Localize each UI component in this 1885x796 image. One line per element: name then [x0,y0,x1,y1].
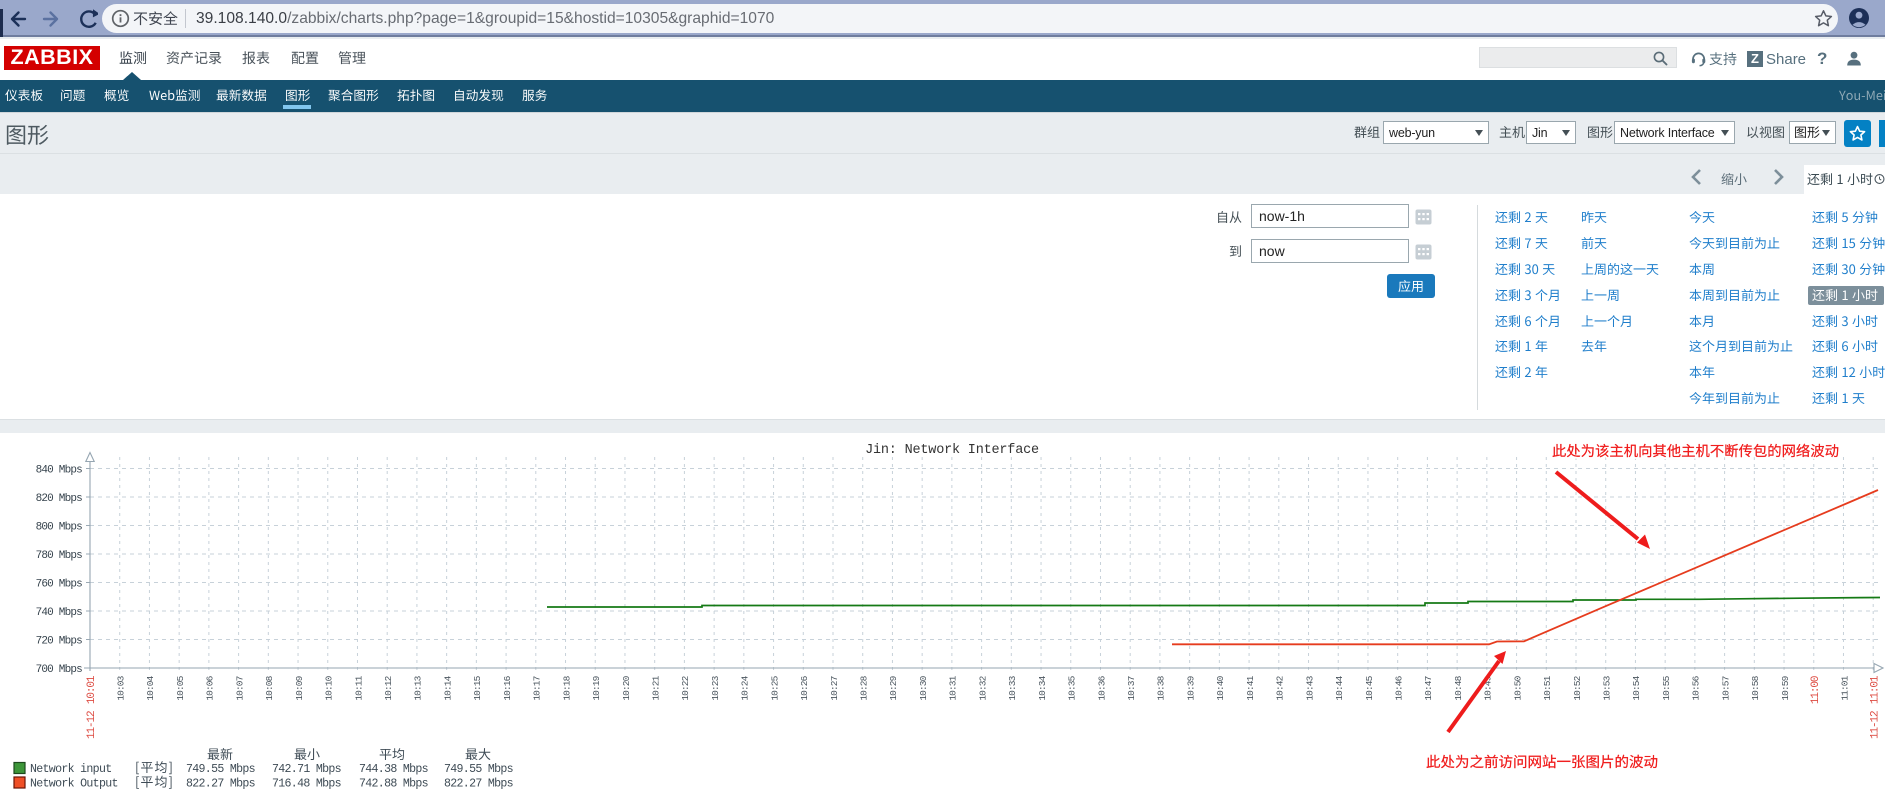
svg-text:10:44: 10:44 [1334,675,1345,700]
svg-text:10:58: 10:58 [1750,675,1761,700]
svg-text:10:14: 10:14 [442,675,453,700]
svg-text:10:19: 10:19 [591,675,602,700]
svg-text:Jin: Network Interface: Jin: Network Interface [865,443,1039,458]
svg-text:10:24: 10:24 [740,675,751,700]
svg-text:10:09: 10:09 [294,675,305,700]
svg-text:744.38 Mbps: 744.38 Mbps [359,763,428,776]
svg-text:10:03: 10:03 [116,675,127,700]
svg-text:840 Mbps: 840 Mbps [36,465,83,477]
svg-text:10:32: 10:32 [977,675,988,700]
svg-text:11:01: 11:01 [1869,675,1881,704]
svg-text:749.55 Mbps: 749.55 Mbps [444,763,513,776]
svg-text:10:41: 10:41 [1245,675,1256,700]
svg-text:10:57: 10:57 [1720,676,1731,700]
svg-text:10:38: 10:38 [1156,675,1167,700]
svg-text:11:01: 11:01 [1839,675,1850,700]
svg-text:10:50: 10:50 [1512,675,1523,700]
svg-text:11-12: 11-12 [1869,711,1881,739]
svg-text:10:55: 10:55 [1661,675,1672,700]
svg-text:10:07: 10:07 [234,676,245,700]
svg-text:822.27 Mbps: 822.27 Mbps [444,778,513,791]
svg-text:749.55 Mbps: 749.55 Mbps [186,763,255,776]
svg-text:Network input: Network input [30,763,111,776]
svg-text:10:20: 10:20 [621,675,632,700]
svg-text:10:36: 10:36 [1096,675,1107,700]
svg-text:716.48 Mbps: 716.48 Mbps [272,778,341,791]
svg-text:10:56: 10:56 [1691,675,1702,700]
svg-text:720 Mbps: 720 Mbps [36,636,83,648]
svg-text:10:33: 10:33 [1007,675,1018,700]
svg-text:10:31: 10:31 [948,675,959,700]
svg-text:800 Mbps: 800 Mbps [36,522,83,534]
svg-text:10:25: 10:25 [769,675,780,700]
svg-text:10:17: 10:17 [532,676,543,700]
svg-text:742.71 Mbps: 742.71 Mbps [272,763,341,776]
svg-text:10:13: 10:13 [413,675,424,700]
svg-text:760 Mbps: 760 Mbps [36,579,83,591]
svg-text:10:27: 10:27 [829,676,840,700]
svg-text:10:39: 10:39 [1185,675,1196,700]
svg-text:10:46: 10:46 [1393,675,1404,700]
svg-text:742.88 Mbps: 742.88 Mbps [359,778,428,791]
svg-text:10:43: 10:43 [1304,675,1315,700]
svg-text:10:01: 10:01 [86,675,98,704]
svg-text:10:18: 10:18 [561,675,572,700]
svg-text:10:22: 10:22 [680,675,691,700]
svg-text:740 Mbps: 740 Mbps [36,607,83,619]
svg-text:10:29: 10:29 [888,675,899,700]
svg-text:10:45: 10:45 [1364,675,1375,700]
svg-text:10:28: 10:28 [859,675,870,700]
svg-text:10:34: 10:34 [1037,675,1048,700]
svg-text:822.27 Mbps: 822.27 Mbps [186,778,255,791]
svg-text:10:15: 10:15 [472,675,483,700]
svg-text:820 Mbps: 820 Mbps [36,493,83,505]
svg-text:700 Mbps: 700 Mbps [36,664,83,676]
svg-text:10:52: 10:52 [1572,675,1583,700]
svg-text:10:11: 10:11 [353,675,364,700]
svg-text:10:53: 10:53 [1602,675,1613,700]
svg-text:10:42: 10:42 [1275,675,1286,700]
svg-text:10:26: 10:26 [799,675,810,700]
svg-text:10:08: 10:08 [264,675,275,700]
svg-text:10:51: 10:51 [1542,675,1553,700]
svg-text:10:35: 10:35 [1067,675,1078,700]
svg-text:11-12: 11-12 [86,711,98,739]
svg-text:10:06: 10:06 [205,675,216,700]
svg-text:10:12: 10:12 [383,675,394,700]
svg-text:10:04: 10:04 [145,675,156,700]
svg-text:10:59: 10:59 [1780,675,1791,700]
svg-text:10:05: 10:05 [175,675,186,700]
svg-text:10:54: 10:54 [1631,675,1642,700]
svg-text:10:47: 10:47 [1423,676,1434,700]
svg-text:10:10: 10:10 [324,675,335,700]
svg-text:10:21: 10:21 [650,675,661,700]
svg-text:10:30: 10:30 [918,675,929,700]
svg-text:11:00: 11:00 [1810,676,1822,704]
svg-text:10:40: 10:40 [1215,675,1226,700]
svg-text:10:37: 10:37 [1126,676,1137,700]
svg-text:10:16: 10:16 [502,675,513,700]
svg-text:10:48: 10:48 [1453,675,1464,700]
svg-text:Network Output: Network Output [30,778,118,791]
svg-text:10:23: 10:23 [710,675,721,700]
svg-text:780 Mbps: 780 Mbps [36,550,83,562]
